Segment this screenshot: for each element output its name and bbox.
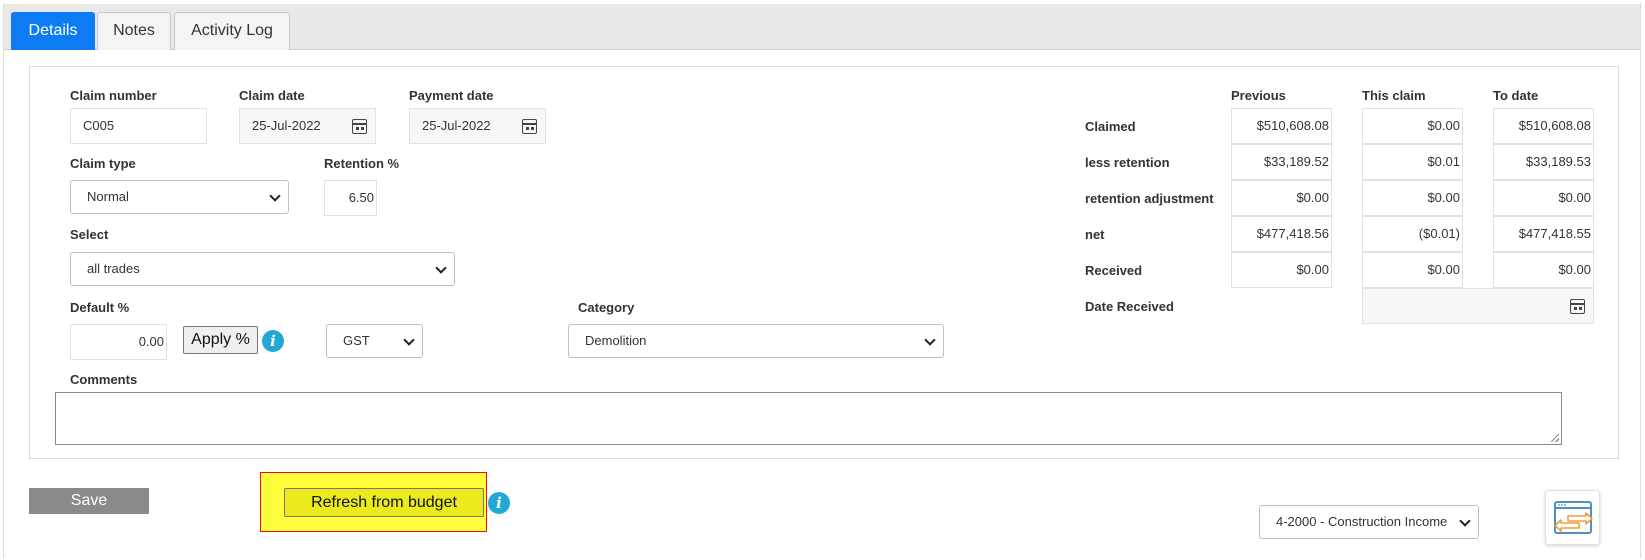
retention-label: Retention % — [324, 156, 400, 171]
payment-date-label: Payment date — [409, 88, 494, 103]
claim-date-label: Claim date — [239, 88, 305, 103]
category-label: Category — [578, 300, 635, 315]
claim-number-input[interactable]: C005 — [70, 108, 207, 144]
net-previous-field[interactable]: $477,418.56 — [1231, 216, 1332, 252]
chevron-down-icon — [1459, 515, 1471, 527]
column-header-this-claim: This claim — [1362, 88, 1426, 103]
claim-date-value: 25-Jul-2022 — [252, 118, 321, 133]
info-icon[interactable]: i — [488, 492, 510, 514]
retention-input[interactable]: 6.50 — [324, 180, 377, 216]
claim-type-select[interactable]: Normal — [70, 180, 289, 214]
claimed-this-claim-field[interactable]: $0.00 — [1362, 108, 1463, 144]
date-received-label: Date Received — [1085, 299, 1174, 314]
comments-textarea[interactable] — [55, 392, 1562, 445]
transfer-button[interactable] — [1545, 490, 1600, 545]
save-button[interactable]: Save — [29, 488, 149, 514]
less-retention-this-claim-field[interactable]: $0.01 — [1362, 144, 1463, 180]
cell-value: $0.00 — [1296, 262, 1329, 277]
retention-value: 6.50 — [348, 190, 374, 205]
cell-value: $510,608.08 — [1518, 118, 1591, 133]
row-label-less-retention: less retention — [1085, 155, 1170, 170]
less-retention-to-date-field[interactable]: $33,189.53 — [1493, 144, 1594, 180]
calendar-icon[interactable] — [522, 119, 537, 134]
chevron-down-icon — [924, 334, 936, 346]
retention-adjustment-to-date-field[interactable]: $0.00 — [1493, 180, 1594, 216]
tab-activity-log[interactable]: Activity Log — [174, 12, 290, 50]
calendar-icon[interactable] — [352, 119, 367, 134]
cell-value: $0.00 — [1558, 190, 1591, 205]
cell-value: $0.00 — [1427, 118, 1460, 133]
default-pct-label: Default % — [70, 300, 130, 315]
transfer-icon — [1554, 501, 1593, 534]
cell-value: $33,189.53 — [1525, 154, 1591, 169]
cell-value: $0.00 — [1427, 262, 1460, 277]
tab-details[interactable]: Details — [11, 12, 95, 50]
cell-value: $33,189.52 — [1263, 154, 1329, 169]
column-header-previous: Previous — [1231, 88, 1286, 103]
tab-bar: Details Notes Activity Log — [4, 4, 1640, 50]
payment-date-value: 25-Jul-2022 — [422, 118, 491, 133]
date-received-input[interactable] — [1362, 288, 1594, 324]
received-previous-field[interactable]: $0.00 — [1231, 252, 1332, 288]
default-pct-value: 0.00 — [138, 334, 164, 349]
tax-select[interactable]: GST — [326, 324, 423, 358]
trades-select-value: all trades — [87, 261, 140, 276]
tax-select-value: GST — [343, 333, 370, 348]
claimed-previous-field[interactable]: $510,608.08 — [1231, 108, 1332, 144]
retention-adjustment-this-claim-field[interactable]: $0.00 — [1362, 180, 1463, 216]
chevron-down-icon — [435, 262, 447, 274]
payment-date-input[interactable]: 25-Jul-2022 — [409, 108, 546, 144]
claim-date-input[interactable]: 25-Jul-2022 — [239, 108, 376, 144]
account-select-value: 4-2000 - Construction Income — [1276, 514, 1448, 529]
info-icon[interactable]: i — [262, 330, 284, 352]
default-pct-input[interactable]: 0.00 — [70, 324, 167, 360]
net-this-claim-field[interactable]: ($0.01) — [1362, 216, 1463, 252]
trades-select[interactable]: all trades — [70, 252, 455, 286]
cell-value: $0.00 — [1296, 190, 1329, 205]
retention-adjustment-previous-field[interactable]: $0.00 — [1231, 180, 1332, 216]
cell-value: $0.01 — [1427, 154, 1460, 169]
row-label-net: net — [1085, 227, 1105, 242]
cell-value: $0.00 — [1427, 190, 1460, 205]
category-select[interactable]: Demolition — [568, 324, 944, 358]
claim-type-label: Claim type — [70, 156, 136, 171]
received-to-date-field[interactable]: $0.00 — [1493, 252, 1594, 288]
claim-number-value: C005 — [83, 118, 115, 133]
claim-type-value: Normal — [87, 189, 129, 204]
row-label-received: Received — [1085, 263, 1143, 278]
net-to-date-field[interactable]: $477,418.55 — [1493, 216, 1594, 252]
cell-value: ($0.01) — [1418, 226, 1460, 241]
received-this-claim-field[interactable]: $0.00 — [1362, 252, 1463, 288]
claim-number-label: Claim number — [70, 88, 157, 103]
category-select-value: Demolition — [585, 333, 647, 348]
column-header-to-date: To date — [1493, 88, 1539, 103]
account-select[interactable]: 4-2000 - Construction Income — [1259, 505, 1479, 539]
cell-value: $477,418.56 — [1256, 226, 1329, 241]
calendar-icon[interactable] — [1570, 299, 1585, 314]
cell-value: $510,608.08 — [1256, 118, 1329, 133]
claimed-to-date-field[interactable]: $510,608.08 — [1493, 108, 1594, 144]
row-label-claimed: Claimed — [1085, 119, 1136, 134]
resize-grip-icon[interactable] — [1551, 434, 1559, 442]
cell-value: $477,418.55 — [1518, 226, 1591, 241]
chevron-down-icon — [403, 334, 415, 346]
row-label-retention-adjustment: retention adjustment — [1085, 191, 1214, 206]
cell-value: $0.00 — [1558, 262, 1591, 277]
tab-notes[interactable]: Notes — [97, 12, 171, 50]
less-retention-previous-field[interactable]: $33,189.52 — [1231, 144, 1332, 180]
refresh-from-budget-button[interactable]: Refresh from budget — [284, 488, 484, 517]
apply-percent-button[interactable]: Apply % — [183, 326, 258, 354]
select-label: Select — [70, 227, 109, 242]
chevron-down-icon — [269, 190, 281, 202]
comments-label: Comments — [70, 372, 138, 387]
